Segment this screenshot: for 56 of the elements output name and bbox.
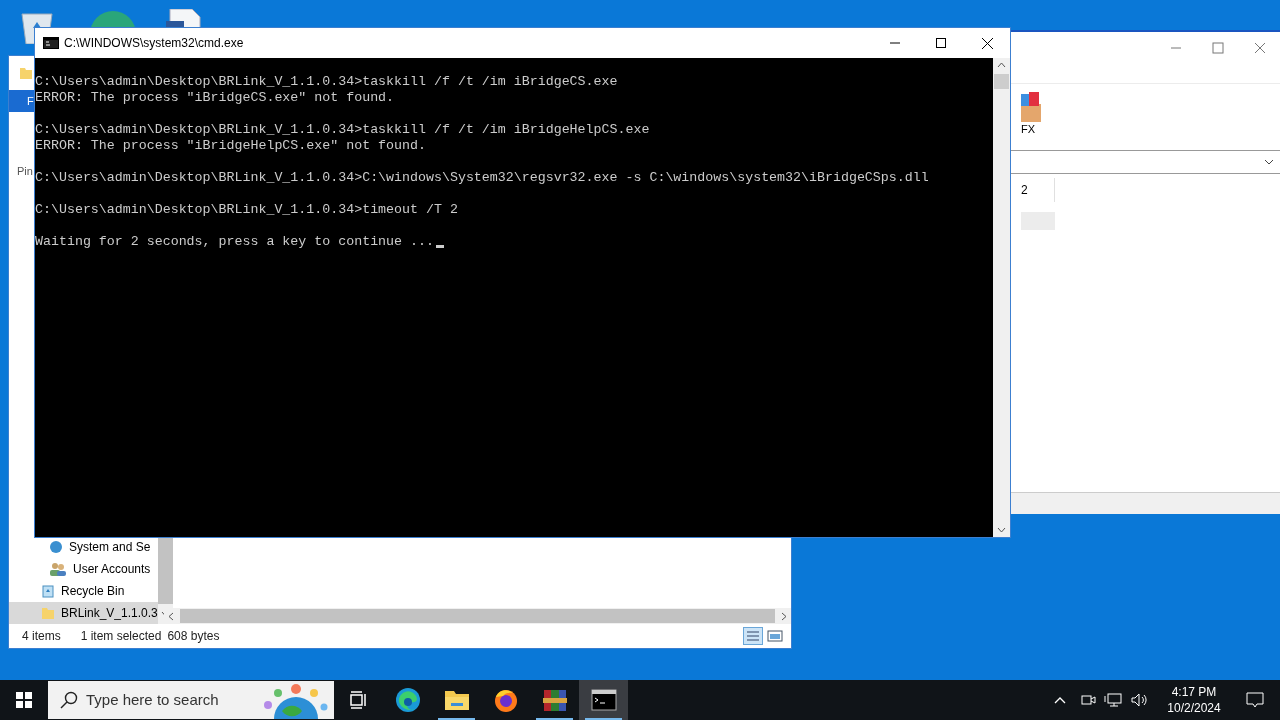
edge-icon bbox=[394, 687, 421, 713]
close-icon bbox=[981, 37, 993, 49]
scroll-left-icon[interactable] bbox=[168, 611, 174, 621]
scrollbar[interactable] bbox=[993, 58, 1010, 537]
clock[interactable]: 4:17 PM 10/2/2024 bbox=[1158, 684, 1230, 716]
scroll-right-icon[interactable] bbox=[781, 611, 787, 621]
item-count: 4 items bbox=[22, 628, 61, 645]
scroll-thumb[interactable] bbox=[994, 74, 1009, 89]
windows-icon bbox=[16, 692, 32, 708]
cursor bbox=[436, 245, 444, 248]
scroll-thumb[interactable] bbox=[180, 609, 775, 623]
speaker-icon[interactable] bbox=[1130, 692, 1148, 708]
folder-icon bbox=[443, 688, 470, 712]
pin-label: Pin bbox=[17, 164, 34, 178]
file-size: 608 bytes bbox=[167, 628, 220, 645]
search-icon bbox=[60, 691, 78, 709]
scroll-thumb[interactable] bbox=[157, 536, 173, 604]
file-tab[interactable]: F bbox=[9, 90, 34, 112]
close-icon[interactable] bbox=[1254, 42, 1266, 54]
chevron-down-icon[interactable] bbox=[1264, 159, 1274, 165]
nav-item[interactable]: BRLink_V_1.1.0.3 bbox=[9, 602, 158, 624]
console-line: C:\Users\admin\Desktop\BRLink_V_1.1.0.34>C:\windows\System32\regsvr32.exe -s C:\windows\system32\iBridgeCSps.dll bbox=[35, 170, 929, 186]
nav-item[interactable]: System and Se bbox=[9, 536, 158, 558]
ribbon-label: FX bbox=[1021, 122, 1037, 136]
users-icon bbox=[49, 562, 67, 576]
maximize-icon bbox=[936, 38, 946, 48]
horizontal-scrollbar[interactable] bbox=[164, 608, 791, 624]
window-title: C:\WINDOWS\system32\cmd.exe bbox=[64, 35, 244, 52]
search-field[interactable]: Type here to search bbox=[48, 681, 334, 719]
console-line: C:\Users\admin\Desktop\BRLink_V_1.1.0.34>timeout /T 2 bbox=[35, 202, 458, 218]
firefox-icon bbox=[492, 687, 519, 713]
nav-item[interactable]: User Accounts bbox=[9, 558, 158, 580]
network-icon[interactable] bbox=[1104, 692, 1122, 708]
terminal-icon bbox=[590, 689, 617, 711]
notification-icon[interactable] bbox=[1246, 691, 1264, 709]
console-line: C:\Users\admin\Desktop\BRLink_V_1.1.0.34>taskkill /f /t /im iBridgeCS.exe bbox=[35, 74, 618, 90]
recycle-bin-icon bbox=[41, 584, 55, 598]
taskbar-app[interactable] bbox=[579, 680, 628, 720]
maximize-icon[interactable] bbox=[1212, 42, 1224, 54]
console-line: ERROR: The process "iBridgeCS.exe" not found. bbox=[35, 90, 395, 106]
camera-icon[interactable] bbox=[1080, 692, 1096, 708]
folder-icon bbox=[41, 606, 55, 620]
scroll-down-icon[interactable] bbox=[997, 527, 1006, 533]
folder-icon bbox=[19, 66, 33, 80]
chevron-up-icon[interactable] bbox=[1054, 696, 1066, 704]
column-text: 2 bbox=[1021, 178, 1055, 202]
selection-status: 1 item selected bbox=[80, 628, 162, 645]
task-view-icon bbox=[348, 690, 369, 710]
console-line: Waiting for 2 seconds, press a key to continue ... bbox=[35, 234, 434, 250]
scroll-up-icon[interactable] bbox=[997, 62, 1006, 68]
console-line: ERROR: The process "iBridgeHelpCS.exe" not found. bbox=[35, 138, 426, 154]
console-line: C:\Users\admin\Desktop\BRLink_V_1.1.0.34>taskkill /f /t /im iBridgeHelpCS.exe bbox=[35, 122, 650, 138]
thumbnail-view-icon[interactable] bbox=[767, 629, 783, 643]
books-icon bbox=[541, 687, 568, 713]
nav-item[interactable]: Recycle Bin bbox=[9, 580, 158, 602]
terminal-icon bbox=[43, 37, 59, 49]
